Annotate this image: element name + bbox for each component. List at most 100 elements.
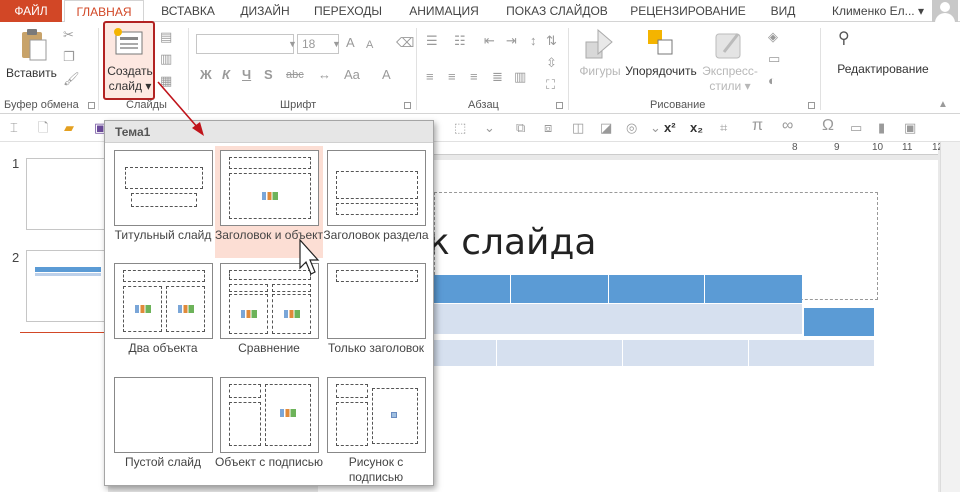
shapes-button[interactable]: Фигуры	[574, 64, 626, 79]
font-color-button[interactable]: A	[382, 68, 391, 82]
user-name[interactable]: Клименко Ел... ▾	[832, 0, 924, 22]
numbering-icon[interactable]: ☷	[454, 34, 466, 48]
paragraph-launcher-icon[interactable]	[556, 102, 563, 109]
shadow-button[interactable]: S	[264, 68, 273, 82]
smartart-icon[interactable]: ⛶	[546, 78, 555, 92]
layout-title-slide[interactable]: Титульный слайд	[109, 146, 217, 258]
paste-icon[interactable]	[18, 28, 48, 64]
shape-insert-icon[interactable]: ▣	[904, 121, 916, 135]
copy-icon[interactable]: ❐	[63, 50, 75, 64]
subscript-button[interactable]: x₂	[690, 121, 703, 135]
format-painter-icon[interactable]: 🖌	[63, 72, 80, 86]
bold-button[interactable]: Ж	[200, 68, 212, 82]
tab-animations[interactable]: АНИМАЦИЯ	[396, 0, 492, 22]
user-dropdown-icon: ▾	[917, 4, 924, 18]
justify-icon[interactable]: ≣	[492, 70, 503, 84]
underline-button[interactable]: Ч	[242, 68, 251, 82]
shrink-font-icon[interactable]: A	[366, 38, 373, 52]
group-label-slides: Слайды	[126, 99, 167, 111]
crop-icon[interactable]: ⌗	[720, 121, 727, 135]
merge-shapes-icon[interactable]: ◎	[626, 121, 637, 135]
infinity-button[interactable]: ∞	[782, 118, 793, 134]
font-launcher-icon[interactable]	[404, 102, 411, 109]
arrange-icon	[648, 30, 673, 55]
tab-insert[interactable]: ВСТАВКА	[150, 0, 226, 22]
indent-increase-icon[interactable]: ⇥	[506, 34, 517, 48]
chevron-down-icon: ▼	[332, 39, 341, 49]
layout-comparison[interactable]: Сравнение	[215, 259, 323, 371]
slide-thumb-1[interactable]	[26, 158, 108, 230]
group-label-font: Шрифт	[280, 99, 317, 111]
equation-button[interactable]: π	[752, 118, 763, 134]
char-spacing-icon[interactable]: ↔	[318, 68, 331, 82]
bullets-icon[interactable]: ☰	[426, 34, 438, 48]
table-row[interactable]	[414, 340, 874, 366]
group-icon[interactable]: ⧉	[516, 121, 525, 135]
ribbon: Вставить ✂ ❐ 🖌 Буфер обмена Создать слай…	[0, 21, 960, 114]
vertical-scrollbar[interactable]	[940, 142, 960, 492]
section-icon[interactable]: ▦	[160, 74, 172, 88]
table-row[interactable]	[804, 308, 874, 336]
avatar[interactable]	[932, 0, 958, 22]
slide-thumb-2[interactable]	[26, 250, 108, 322]
columns-icon[interactable]: ▥	[514, 70, 526, 84]
open-folder-icon[interactable]: ▰	[64, 121, 74, 135]
paste-button[interactable]: Вставить	[6, 66, 57, 81]
layout-picture-caption[interactable]: Рисунок с подписью	[322, 373, 430, 485]
shape-effects-icon[interactable]: ◐	[768, 74, 776, 88]
align-right-icon[interactable]: ≡	[470, 70, 478, 84]
tab-review[interactable]: РЕЦЕНЗИРОВАНИЕ	[622, 0, 754, 22]
layout-section-header[interactable]: Заголовок раздела	[322, 146, 430, 258]
align-center-icon[interactable]: ≡	[448, 70, 456, 84]
grow-font-icon[interactable]: A	[346, 36, 355, 50]
shape-fill-icon[interactable]: ◈	[768, 30, 778, 44]
superscript-button[interactable]: x²	[664, 121, 676, 135]
indent-decrease-icon[interactable]: ⇤	[484, 34, 495, 48]
ungroup-icon[interactable]: ⧈	[544, 121, 552, 135]
layout-content-caption[interactable]: Объект с подписью	[215, 373, 323, 485]
reset-icon[interactable]: ▥	[160, 52, 172, 66]
tab-transitions[interactable]: ПЕРЕХОДЫ	[304, 0, 392, 22]
align-left-icon[interactable]: ≡	[426, 70, 434, 84]
quick-styles-label-1[interactable]: Экспресс-	[698, 64, 762, 79]
chart-icon[interactable]: ▮	[878, 121, 885, 135]
change-case-icon[interactable]: Aa	[344, 68, 360, 82]
align-text-icon[interactable]: ⇳	[546, 56, 557, 70]
strike-button[interactable]: abc	[286, 68, 304, 82]
layout-blank[interactable]: Пустой слайд	[109, 373, 217, 485]
italic-button[interactable]: К	[222, 68, 230, 82]
layout-title-only[interactable]: Только заголовок	[322, 259, 430, 371]
layout-two-content[interactable]: Два объекта	[109, 259, 217, 371]
tab-home[interactable]: ГЛАВНАЯ	[64, 0, 144, 23]
tab-view[interactable]: ВИД	[760, 0, 806, 22]
symbol-button[interactable]: Ω	[822, 118, 834, 134]
layout-title-content[interactable]: Заголовок и объект	[215, 146, 323, 258]
clipboard-launcher-icon[interactable]	[88, 102, 95, 109]
clear-format-icon[interactable]: ⌫	[396, 36, 414, 50]
shape-rect-icon[interactable]: ▭	[850, 121, 862, 135]
cursor-icon[interactable]: ⌶	[10, 121, 18, 135]
font-name-combo[interactable]	[196, 34, 294, 54]
collapse-ribbon-icon[interactable]: ▲	[938, 98, 948, 112]
line-spacing-icon[interactable]: ↕	[530, 34, 537, 48]
tab-design[interactable]: ДИЗАЙН	[230, 0, 300, 22]
shape-tool-icon[interactable]: ⬚	[454, 121, 466, 135]
arrange-button[interactable]: Упорядочить	[624, 64, 698, 79]
table-row[interactable]	[414, 304, 802, 334]
layout-label: Титульный слайд	[114, 228, 212, 242]
drawing-launcher-icon[interactable]	[808, 102, 815, 109]
layout-icon[interactable]: ▤	[160, 30, 172, 44]
chevron-down-icon[interactable]: ⌄	[650, 121, 661, 135]
group-separator	[416, 28, 417, 110]
chevron-down-icon[interactable]: ⌄	[484, 121, 495, 135]
shape-outline-icon[interactable]: ▭	[768, 52, 780, 66]
bring-forward-icon[interactable]: ◫	[572, 121, 584, 135]
cut-icon[interactable]: ✂	[63, 28, 74, 42]
ruler-tick: 9	[834, 142, 840, 153]
tab-file[interactable]: ФАЙЛ	[0, 0, 62, 22]
send-back-icon[interactable]: ◪	[600, 121, 612, 135]
new-doc-icon[interactable]: 🗋	[38, 121, 48, 135]
text-direction-icon[interactable]: ⇅	[546, 34, 557, 48]
editing-button[interactable]: Редактирование	[826, 62, 940, 77]
tab-slideshow[interactable]: ПОКАЗ СЛАЙДОВ	[496, 0, 618, 22]
